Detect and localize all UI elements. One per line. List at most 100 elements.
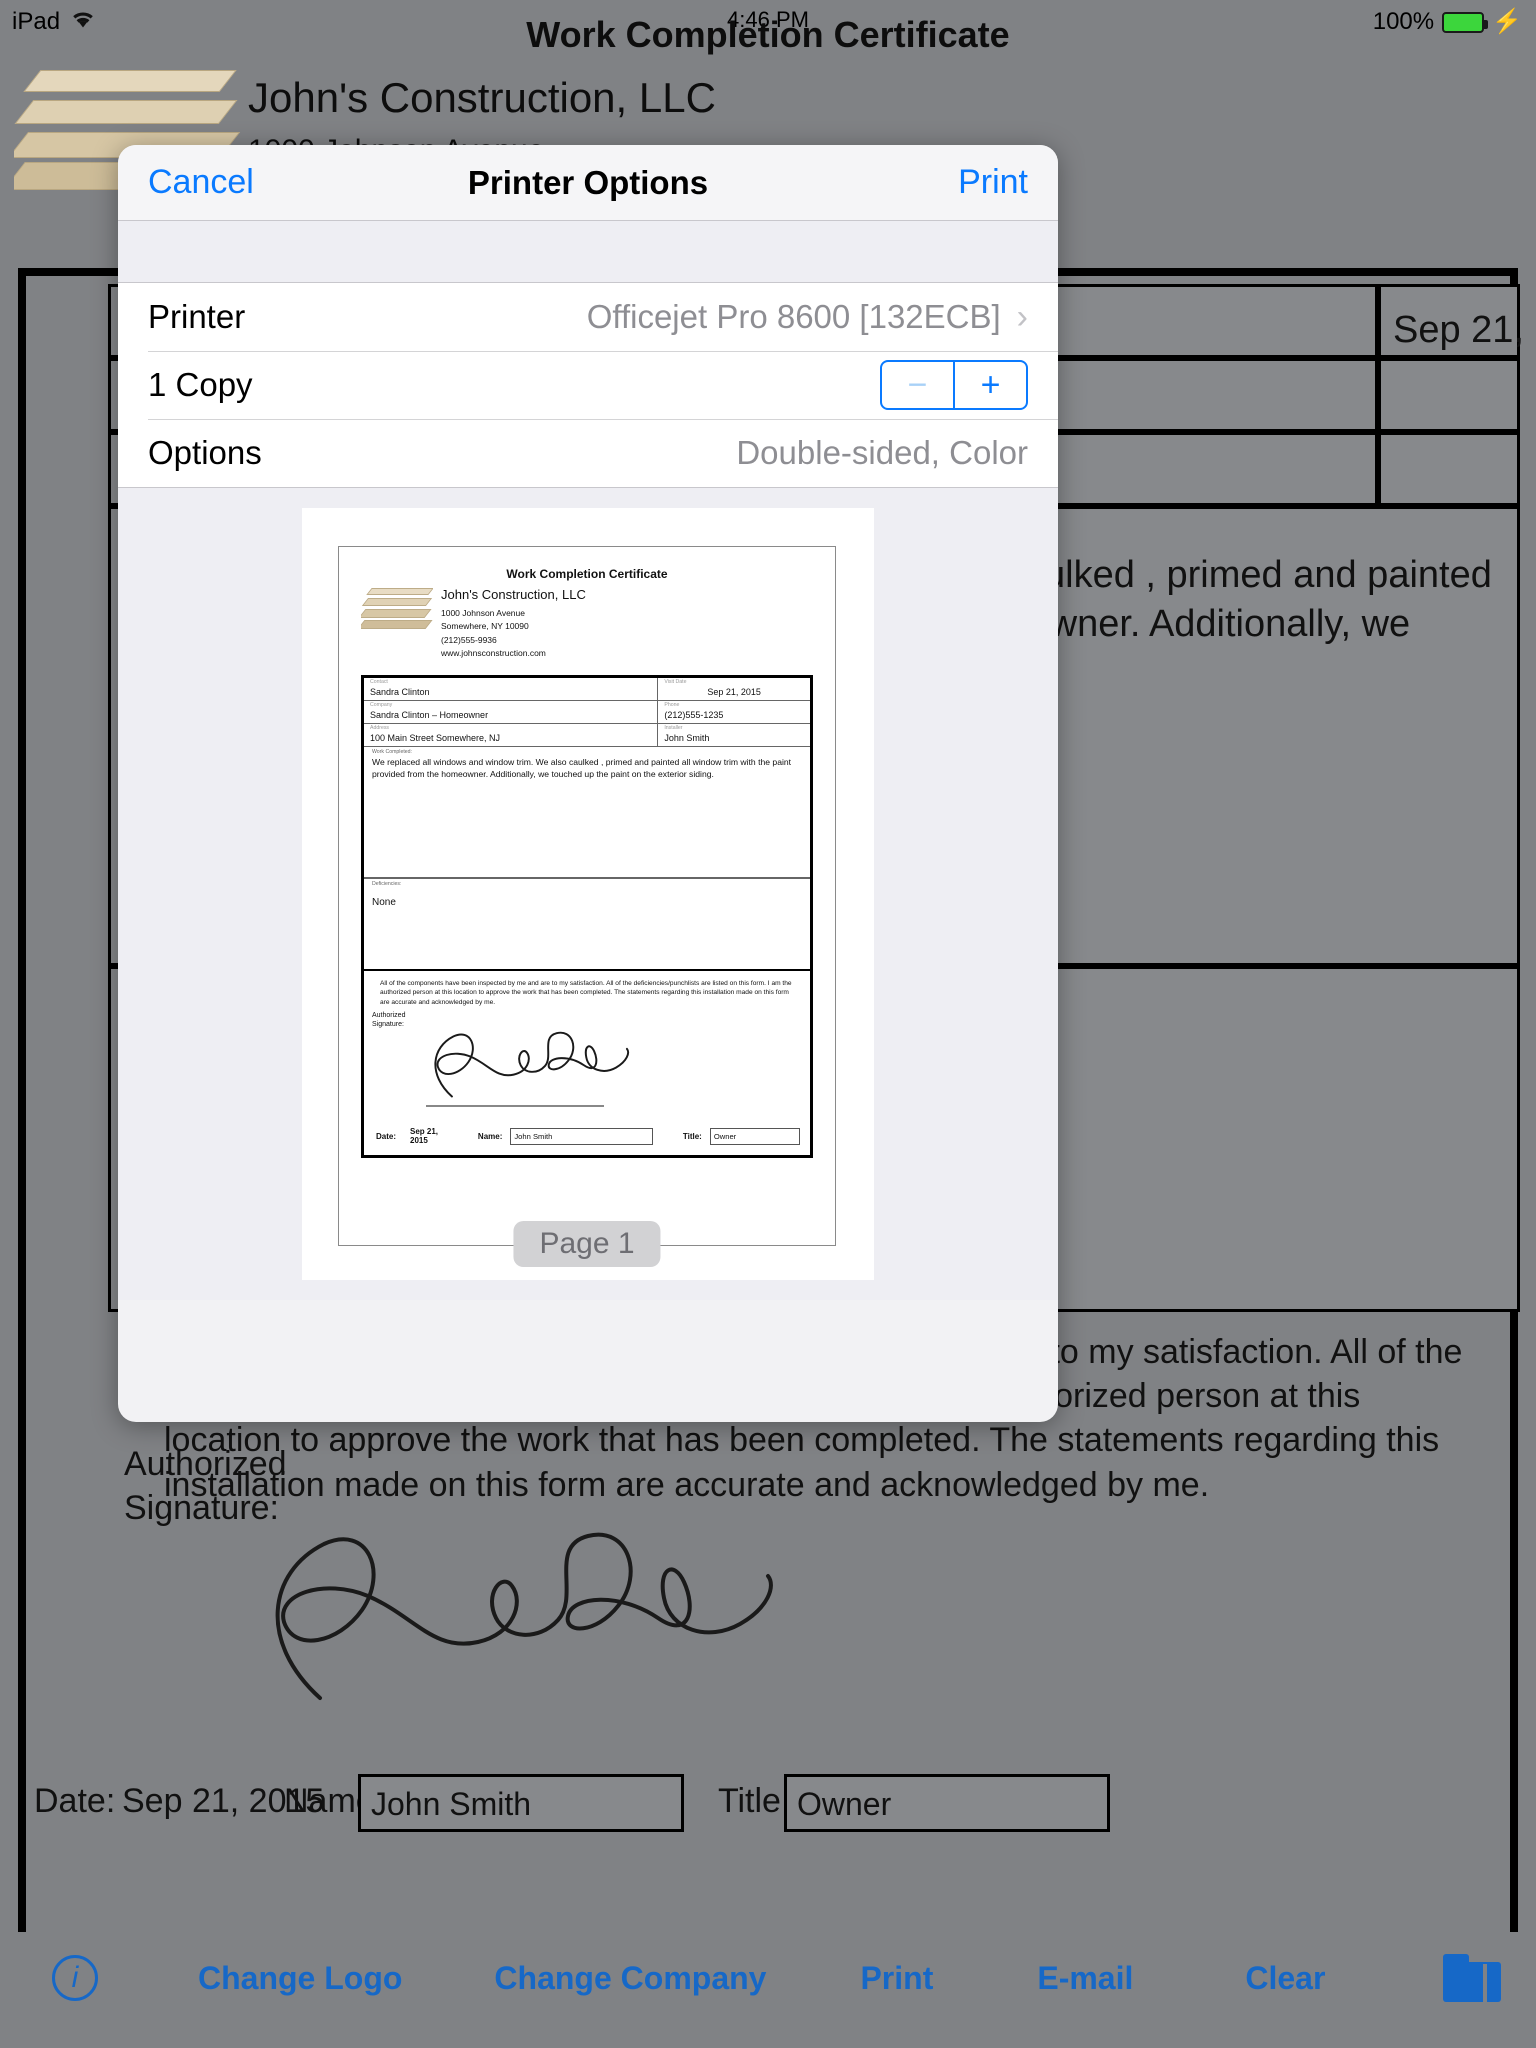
options-row-label: Options xyxy=(148,434,262,471)
title-input[interactable]: Owner xyxy=(784,1774,1110,1832)
clear-button[interactable]: Clear xyxy=(1245,1960,1325,1997)
doc-company-value: Sandra Clinton – Homeowner xyxy=(370,710,489,720)
logo-plank xyxy=(14,100,238,124)
doc-visitdate-value: Sep 21, 2015 xyxy=(707,687,761,697)
doc-logo-plank xyxy=(366,588,433,595)
title-input-value: Owner xyxy=(797,1786,892,1822)
decrement-copies-button[interactable]: − xyxy=(882,362,955,408)
doc-signature-label: Authorized Signature: xyxy=(372,1011,405,1029)
doc-visitdate-mini: Visit Date xyxy=(664,679,687,685)
change-logo-button[interactable]: Change Logo xyxy=(198,1960,402,1997)
doc-table-row: Address 100 Main Street Somewhere, NJ In… xyxy=(364,724,810,747)
print-button[interactable]: Print xyxy=(860,1960,933,1997)
company-name: John's Construction, LLC xyxy=(248,74,716,121)
options-row-value: Double-sided, Color xyxy=(736,434,1028,471)
doc-def-value: None xyxy=(372,897,396,908)
doc-logo-plank xyxy=(361,598,433,606)
doc-contact-mini: Contact xyxy=(370,679,388,685)
name-input[interactable]: John Smith xyxy=(358,1774,684,1832)
doc-title-label: Title: xyxy=(682,1131,702,1141)
doc-work-mini: Work Completed: xyxy=(372,749,412,755)
doc-address-cell: Address 100 Main Street Somewhere, NJ xyxy=(364,724,659,746)
doc-addr2: Somewhere, NY 10090 xyxy=(441,621,529,632)
printer-name-value: Officejet Pro 8600 [132ECB] xyxy=(586,298,1001,335)
date-label: Date: xyxy=(34,1782,116,1820)
doc-date-value: Sep 21, 2015 xyxy=(410,1127,439,1146)
folder-icon[interactable] xyxy=(1443,1954,1502,2002)
doc-contact-value: Sandra Clinton xyxy=(370,687,430,697)
doc-title-value: Owner xyxy=(713,1131,737,1141)
doc-phone-value: (212)555-1235 xyxy=(664,710,724,720)
printer-row-label: Printer xyxy=(148,298,246,335)
doc-title: Work Completion Certificate xyxy=(506,567,668,581)
doc-installer-mini: Installer xyxy=(664,725,683,731)
doc-work-section: Work Completed: We replaced all windows … xyxy=(364,747,810,879)
doc-company-cell: Company Sandra Clinton – Homeowner xyxy=(364,701,659,723)
doc-signature-label-2: Signature: xyxy=(372,1021,404,1029)
doc-logo xyxy=(361,585,433,631)
doc-date-label: Date: xyxy=(376,1131,397,1141)
options-row[interactable]: Options Double-sided, Color xyxy=(118,419,1058,487)
chevron-right-icon: › xyxy=(1016,297,1028,336)
visit-date-value: Sep 21, 2015 xyxy=(1393,309,1536,351)
doc-signature-label-1: Authorized xyxy=(372,1012,406,1020)
doc-table-row: Company Sandra Clinton – Homeowner Phone… xyxy=(364,701,810,724)
change-company-button[interactable]: Change Company xyxy=(494,1960,766,1997)
doc-def-mini: Deficiencies: xyxy=(372,881,402,887)
page-badge: Page 1 xyxy=(513,1221,661,1267)
modal-spacer xyxy=(118,221,1058,283)
doc-address-value: 100 Main Street Somewhere, NJ xyxy=(370,733,501,743)
doc-table-row: Contact Sandra Clinton Visit Date Sep 21… xyxy=(364,678,810,701)
doc-deficiencies-section: Deficiencies: None xyxy=(364,879,810,971)
doc-legal-text: All of the components have been inspecte… xyxy=(380,980,792,1006)
logo-plank xyxy=(23,70,237,92)
doc-name-label: Name: xyxy=(477,1131,503,1141)
doc-installer-value: John Smith xyxy=(664,733,710,743)
info-icon[interactable]: i xyxy=(52,1955,98,2001)
phone-field[interactable] xyxy=(1378,358,1520,432)
doc-name-input: John Smith xyxy=(510,1127,653,1145)
increment-copies-button[interactable]: + xyxy=(955,362,1026,408)
doc-table: Contact Sandra Clinton Visit Date Sep 21… xyxy=(361,675,813,1159)
email-button[interactable]: E-mail xyxy=(1037,1960,1133,1997)
doc-footer-row: Date: Sep 21, 2015 Name: John Smith Titl… xyxy=(364,1121,810,1155)
page-title: Work Completion Certificate xyxy=(526,14,1010,55)
bottom-toolbar: i Change Logo Change Company Print E-mai… xyxy=(18,1932,1518,2024)
doc-logo-plank xyxy=(361,609,432,618)
doc-name-value: John Smith xyxy=(514,1131,553,1141)
doc-signature-drawing xyxy=(434,1031,630,1098)
doc-contact-cell: Contact Sandra Clinton xyxy=(364,678,659,700)
preview-page-1[interactable]: Work Completion Certificate John's Const… xyxy=(338,546,836,1267)
doc-logo-plank xyxy=(361,620,433,629)
doc-signature-rule xyxy=(426,1105,604,1108)
doc-address-mini: Address xyxy=(370,725,390,731)
doc-visitdate-cell: Visit Date Sep 21, 2015 xyxy=(658,678,810,700)
name-input-value: John Smith xyxy=(371,1786,532,1822)
title-label: Title: xyxy=(718,1782,791,1820)
doc-company: John's Construction, LLC xyxy=(441,587,586,602)
installer-field[interactable] xyxy=(1378,432,1520,506)
doc-phone: (212)555-9936 xyxy=(441,634,497,645)
doc-company-details: 1000 Johnson Avenue Somewhere, NY 10090 … xyxy=(441,607,546,661)
printer-options-modal: Cancel Printer Options Print Printer Off… xyxy=(118,145,1058,1422)
preview-paper[interactable]: Work Completion Certificate John's Const… xyxy=(302,508,874,1280)
doc-company-mini: Company xyxy=(370,702,393,708)
print-preview-area: Work Completion Certificate John's Const… xyxy=(118,488,1058,1300)
doc-work-value: We replaced all windows and window trim.… xyxy=(372,757,792,779)
visit-date-field[interactable]: Sep 21, 2015 xyxy=(1378,284,1536,358)
copies-stepper[interactable]: − + xyxy=(880,360,1028,410)
doc-web: www.johnsconstruction.com xyxy=(441,648,546,659)
signature-drawing xyxy=(275,1532,773,1700)
modal-title: Printer Options xyxy=(467,163,709,201)
copies-label: 1 Copy xyxy=(148,366,253,403)
doc-installer-cell: Installer John Smith xyxy=(658,724,810,746)
printer-row[interactable]: Printer Officejet Pro 8600 [132ECB] › xyxy=(118,283,1058,351)
doc-title-input: Owner xyxy=(709,1127,800,1145)
copies-row: 1 Copy − + xyxy=(118,351,1058,419)
doc-phone-mini: Phone xyxy=(664,702,680,708)
doc-phone-cell: Phone (212)555-1235 xyxy=(658,701,810,723)
signature-footer-row: Date: Sep 21, 2015 Name: John Smith Titl… xyxy=(18,1766,1518,1850)
doc-signature-section: Authorized Signature: xyxy=(364,1009,810,1121)
doc-addr1: 1000 Johnson Avenue xyxy=(441,608,525,618)
printer-row-value-group: Officejet Pro 8600 [132ECB] › xyxy=(587,298,1028,337)
